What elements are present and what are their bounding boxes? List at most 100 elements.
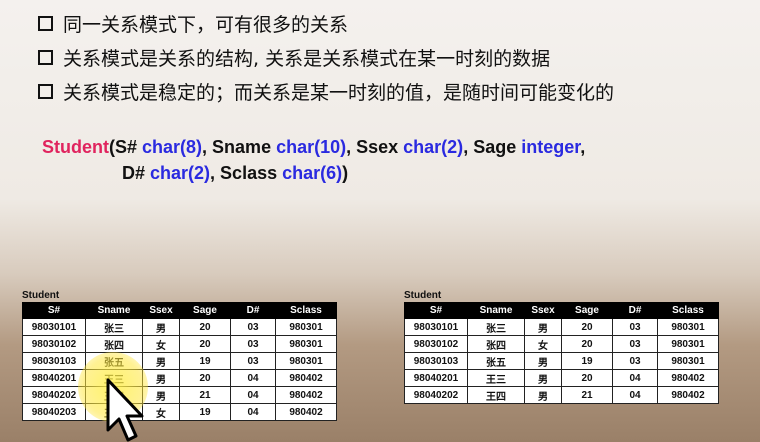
- table-row: 98040201王三男2004980402: [404, 369, 719, 387]
- checkbox-bullet-icon: [38, 15, 53, 31]
- table-row: 98030102 张四女 20 03 980301: [404, 335, 719, 353]
- attribute-type: char(10): [276, 137, 347, 157]
- table-row: 98030101 张三男 20 03 980301: [404, 318, 719, 336]
- table-row: 98040202王四男2104980402: [22, 386, 337, 404]
- table-cell: 女: [142, 403, 180, 421]
- table-cell: 04: [230, 403, 276, 421]
- table-row: 98030102 张四女 20 03 980301: [22, 335, 337, 353]
- table-row: 98040201王三男2004980402: [22, 369, 337, 387]
- student-table-left: Student S# Sname Ssex Sage D# Sclass 98030101 张…: [22, 290, 337, 421]
- column-header: Sclass: [657, 302, 719, 319]
- schema-text: ,: [580, 137, 586, 157]
- checkbox-bullet-icon: [38, 49, 53, 65]
- column-header: Sage: [561, 302, 613, 319]
- bullet-item: 同一关系模式下，可有很多的关系: [38, 6, 614, 40]
- table-cell: 20: [179, 318, 231, 336]
- table-cell: 980301: [657, 352, 719, 370]
- table-cell: 980301: [275, 352, 337, 370]
- table-cell: 20: [561, 335, 613, 353]
- attribute-type: integer: [521, 137, 581, 157]
- table-header-row: S# Sname Ssex Sage D# Sclass: [22, 302, 337, 319]
- schema-text: ): [342, 163, 349, 183]
- checkbox-bullet-icon: [38, 83, 53, 99]
- table-cell: 男: [142, 386, 180, 404]
- mouse-pointer-icon: [106, 378, 144, 442]
- relation-name: Student: [42, 137, 109, 157]
- table-row: 98030103张五男1903980301: [404, 352, 719, 370]
- table-cell: 男: [142, 318, 180, 336]
- table-cell: 04: [230, 369, 276, 387]
- table-title: Student: [22, 290, 60, 301]
- schema-line-2: D# char(2), Sclass char(6)): [42, 160, 585, 186]
- table-cell: 女: [524, 335, 562, 353]
- table-cell: 03: [612, 352, 658, 370]
- column-header: Ssex: [142, 302, 180, 319]
- table-cell: 04: [230, 386, 276, 404]
- schema-text: , Sage: [463, 137, 522, 157]
- relation-table: S# Sname Ssex Sage D# Sclass 98030101 张三男 20 03 98…: [404, 302, 719, 404]
- table-cell: 19: [179, 403, 231, 421]
- table-row: 98040203王五女1904980402: [22, 403, 337, 421]
- table-cell: 男: [524, 369, 562, 387]
- table-cell: 98030101: [22, 318, 86, 336]
- table-cell: 张三: [467, 318, 525, 336]
- table-cell: 980301: [275, 335, 337, 353]
- table-cell: 20: [561, 369, 613, 387]
- table-cell: 男: [524, 318, 562, 336]
- table-cell: 张五: [467, 352, 525, 370]
- table-row: 98030103张五男1903980301: [22, 352, 337, 370]
- table-cell: 03: [612, 318, 658, 336]
- table-cell: 20: [561, 318, 613, 336]
- table-cell: 04: [612, 386, 658, 404]
- schema-text: , Ssex: [346, 137, 404, 157]
- table-cell: 21: [179, 386, 231, 404]
- student-table-right: Student S# Sname Ssex Sage D# Sclass 98030101 张…: [404, 290, 719, 404]
- schema-attributes-1: (S# char(8), Sname char(10), Ssex char(2…: [109, 137, 585, 157]
- attribute-type: char(2): [150, 163, 211, 183]
- table-cell: 王三: [467, 369, 525, 387]
- schema-text: (S#: [109, 137, 143, 157]
- bullet-text: 关系模式是稳定的；而关系是某一时刻的值，是随时间可能变化的: [63, 81, 615, 104]
- column-header: S#: [404, 302, 468, 319]
- table-cell: 980402: [657, 369, 719, 387]
- table-cell: 98040201: [22, 369, 86, 387]
- table-cell: 98030102: [404, 335, 468, 353]
- table-cell: 980402: [275, 369, 337, 387]
- table-cell: 98040203: [22, 403, 86, 421]
- column-header: D#: [230, 302, 276, 319]
- table-cell: 980402: [657, 386, 719, 404]
- table-cell: 男: [142, 369, 180, 387]
- relation-schema: Student(S# char(8), Sname char(10), Ssex…: [42, 134, 585, 186]
- table-cell: 男: [524, 386, 562, 404]
- bullet-item: 关系模式是稳定的；而关系是某一时刻的值，是随时间可能变化的: [38, 74, 614, 108]
- column-header: Sclass: [275, 302, 337, 319]
- table-cell: 20: [179, 335, 231, 353]
- table-cell: 03: [230, 318, 276, 336]
- schema-text: , Sclass: [210, 163, 283, 183]
- table-cell: 男: [142, 352, 180, 370]
- table-cell: 20: [179, 369, 231, 387]
- table-cell: 03: [612, 335, 658, 353]
- table-cell: 98040202: [404, 386, 468, 404]
- table-row: 98030101 张三男 20 03 980301: [22, 318, 337, 336]
- column-header: Sage: [179, 302, 231, 319]
- table-cell: 张三: [85, 318, 143, 336]
- table-cell: 98030101: [404, 318, 468, 336]
- bullet-text: 关系模式是关系的结构, 关系是关系模式在某一时刻的数据: [63, 47, 551, 70]
- table-title: Student: [404, 290, 442, 301]
- column-header: S#: [22, 302, 86, 319]
- table-cell: 98040201: [404, 369, 468, 387]
- bullet-list: 同一关系模式下，可有很多的关系 关系模式是关系的结构, 关系是关系模式在某一时刻…: [38, 6, 614, 108]
- column-header: Sname: [467, 302, 525, 319]
- table-cell: 19: [561, 352, 613, 370]
- attribute-type: char(8): [142, 137, 203, 157]
- table-cell: 980301: [657, 335, 719, 353]
- table-cell: 980301: [275, 318, 337, 336]
- column-header: Sname: [85, 302, 143, 319]
- table-cell: 98040202: [22, 386, 86, 404]
- table-cell: 04: [612, 369, 658, 387]
- table-cell: 19: [179, 352, 231, 370]
- table-cell: 98030102: [22, 335, 86, 353]
- table-cell: 980402: [275, 386, 337, 404]
- table-cell: 980301: [657, 318, 719, 336]
